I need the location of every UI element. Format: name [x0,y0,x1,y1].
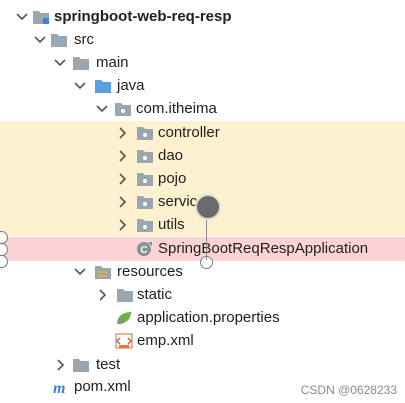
tree-label-emp-xml: emp.xml [137,332,194,349]
chevron-right-icon[interactable] [52,357,68,373]
folder-icon [72,357,90,373]
spring-class-icon: C [136,241,154,257]
package-icon [114,101,132,117]
folder-icon [72,55,90,71]
selection-handle[interactable] [0,255,8,268]
svg-text:C: C [140,245,147,256]
folder-icon [116,287,134,303]
tree-label-static: static [137,286,173,303]
tree-label-package: com.itheima [136,100,217,117]
svg-text:m: m [53,380,65,395]
watermark: CSDN @0628233 [300,383,397,397]
chevron-right-icon[interactable] [114,217,130,233]
package-icon [136,194,154,210]
tree-label-src: src [74,31,94,48]
chevron-down-icon[interactable] [14,9,30,25]
resources-folder-icon [94,264,112,280]
package-icon [136,171,154,187]
chevron-down-icon[interactable] [32,32,48,48]
module-folder-icon [32,9,50,25]
tree-label-controller: controller [158,124,220,141]
tree-label-java: java [117,77,145,94]
tree-label-main: main [96,54,129,71]
spring-properties-icon [115,310,133,326]
rotate-cursor-icon [195,194,221,220]
source-folder-icon [94,78,112,94]
chevron-down-icon[interactable] [52,55,68,71]
tree-label-pojo: pojo [158,170,187,187]
tree-label-test: test [96,356,121,373]
tree-label-dao: dao [158,147,184,164]
chevron-down-icon[interactable] [94,101,110,117]
tree-label-pom: pom.xml [74,378,131,395]
package-icon [136,148,154,164]
project-name: springboot-web-req-resp [54,8,232,25]
package-icon [136,217,154,233]
tree-label-utils: utils [158,216,185,233]
chevron-right-icon[interactable] [94,287,110,303]
maven-icon: m [52,379,70,395]
cursor-line [206,216,207,260]
folder-icon [50,32,68,48]
chevron-down-icon[interactable] [72,264,88,280]
chevron-right-icon[interactable] [114,194,130,210]
tree-label-app-class: SpringBootReqRespApplication [158,240,369,257]
chevron-right-icon[interactable] [114,125,130,141]
xml-file-icon [115,333,133,349]
chevron-right-icon[interactable] [114,171,130,187]
chevron-down-icon[interactable] [72,78,88,94]
tree-label-application-properties: application.properties [137,309,280,326]
chevron-right-icon[interactable] [114,148,130,164]
tree-label-resources: resources [117,263,183,280]
package-icon [136,125,154,141]
